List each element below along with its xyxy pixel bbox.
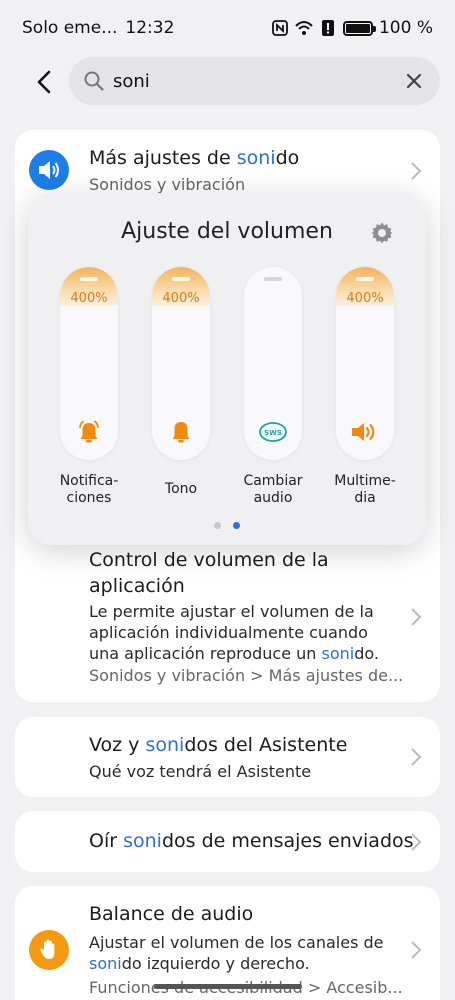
result-more-sound-settings[interactable]: Más ajustes de sonido Sonidos y vibració… [15,130,440,200]
result-audio-balance[interactable]: Balance de audio Ajustar el volumen de l… [15,886,440,1000]
volume-percent: 400% [162,291,200,306]
speaker-icon [352,423,375,441]
alarm-bell-icon [79,420,99,443]
volume-percent: 400% [70,291,108,306]
result-title: Más ajustes de sonido [89,147,300,169]
volume-label: Tono [164,481,198,497]
volume-panel-title: Ajuste del volumen [121,219,333,244]
result-description: Le permite ajustar el volumen de la apli… [89,602,379,663]
battery-level: 100 % [378,18,433,38]
result-path: Sonidos y vibración > Más ajustes de... [89,666,404,685]
accessibility-icon [29,930,69,970]
search-bar[interactable] [69,57,440,105]
sws-icon: SWS [259,422,287,442]
sws-icon-text: SWS [264,429,282,437]
hand-icon [40,939,55,959]
wifi-icon [295,21,313,35]
result-title: Voz y sonidos del Asistente [89,734,348,756]
result-assistant-voice[interactable]: Voz y sonidos del Asistente Qué voz tend… [15,717,440,797]
speaker-icon [39,161,59,179]
volume-label: Cambiar audio [243,473,303,506]
chevron-right-icon [411,608,422,626]
home-indicator[interactable] [154,984,302,989]
page-dot-active[interactable] [233,522,240,529]
search-icon [84,71,104,91]
result-title: Balance de audio [89,903,254,925]
back-button[interactable] [28,66,60,98]
alert-icon [321,20,334,36]
result-description: Ajustar el volumen de los canales de son… [89,933,384,973]
page-indicator [214,522,240,529]
result-title: Control de volumen de la aplicación [89,549,329,597]
carrier-text: Solo eme... [22,18,118,38]
back-arrow-icon [37,70,51,94]
switch-audio-slider[interactable]: SWS [244,267,302,460]
sound-settings-icon [29,150,69,190]
media-volume-slider[interactable]: 400% [336,267,394,460]
result-sent-message-sounds[interactable]: Oír sonidos de mensajes enviados [15,811,440,872]
result-title: Oír sonidos de mensajes enviados [89,830,414,852]
battery-icon [342,20,376,36]
chevron-right-icon [411,833,422,851]
chevron-right-icon [411,941,422,959]
gear-icon[interactable] [370,221,394,245]
status-bar: Solo eme... 12:32 100 % [0,0,455,56]
notifications-volume-slider[interactable]: 400% [60,267,118,460]
volume-percent: 400% [346,291,384,306]
slider-handle[interactable] [80,277,98,281]
volume-label: Notifica- ciones [59,473,119,506]
volume-label: Multime- dia [334,473,396,506]
volume-panel: Ajuste del volumen 400% Notifica- ciones… [28,193,426,545]
result-app-volume-control[interactable]: Control de volumen de la aplicación Le p… [15,540,440,702]
chevron-right-icon [411,748,422,766]
page-dot[interactable] [214,522,221,529]
clock: 12:32 [125,18,175,38]
slider-handle[interactable] [356,277,374,281]
ringtone-volume-slider[interactable]: 400% [152,267,210,460]
result-subtitle: Qué voz tendrá el Asistente [89,762,312,781]
nfc-icon [272,20,288,36]
slider-handle[interactable] [264,277,282,281]
slider-handle[interactable] [172,277,190,281]
bell-icon [172,422,190,443]
clear-search-button[interactable] [402,69,426,93]
close-icon [406,73,422,89]
chevron-right-icon [411,162,422,180]
search-input[interactable] [113,70,402,92]
